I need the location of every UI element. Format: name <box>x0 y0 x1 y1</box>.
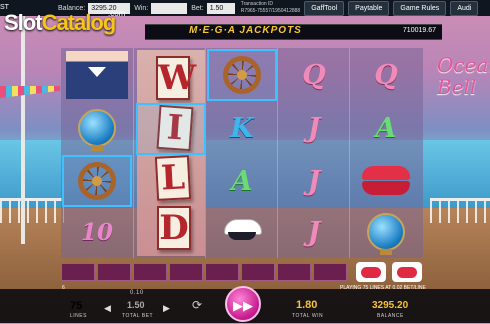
captain-hat-icon <box>220 219 264 245</box>
jackpot-value: 710019.67 <box>402 27 436 34</box>
card-queen: Q <box>302 59 326 91</box>
collected-lips-slot <box>392 262 422 282</box>
jackpot-title: M·E·G·A JACKPOTS <box>189 25 302 36</box>
reel-divider <box>133 48 134 258</box>
symbol-jack: J <box>279 206 349 258</box>
symbol-king: K <box>207 102 277 154</box>
bet-decrease-icon[interactable]: ◀ <box>104 303 111 314</box>
ship-wheel-icon <box>78 162 116 200</box>
progress-slot <box>277 263 311 281</box>
card-jack: J <box>307 165 321 197</box>
bet-field: 1.50 <box>206 2 235 14</box>
card-king: K <box>230 112 254 144</box>
bunting-flags <box>0 86 60 98</box>
progress-slot <box>169 263 203 281</box>
progress-slot <box>313 263 347 281</box>
symbol-ace: A <box>351 102 421 154</box>
wild-letter: W <box>156 56 197 100</box>
symbol-queen: Q <box>279 49 349 101</box>
total-win-label: TOTAL WIN <box>292 313 324 319</box>
lines-value: 75 <box>70 300 83 312</box>
lips-icon <box>361 266 381 278</box>
win-field <box>151 2 188 14</box>
symbol-wheel-winning <box>62 155 132 207</box>
watermark-accent: Catalog <box>41 10 117 35</box>
bet-per-line: 0.10 <box>130 290 144 296</box>
progress-slot <box>241 263 275 281</box>
reel-area: 10 K A Q J J J Q A <box>61 48 423 258</box>
sailor-portrait-icon <box>66 51 128 99</box>
ship-mast <box>21 14 25 244</box>
card-ace: A <box>231 165 253 197</box>
symbol-globe <box>351 206 421 258</box>
transaction-label: Transaction ID <box>240 1 274 7</box>
ship-wheel-icon <box>223 56 261 94</box>
progress-slot <box>205 263 239 281</box>
symbol-queen: Q <box>351 49 421 101</box>
card-ace: A <box>375 112 397 144</box>
gafftool-button[interactable]: GaffTool <box>304 0 345 16</box>
bet-label: Bet: <box>191 4 204 12</box>
reel-divider <box>349 48 350 258</box>
lips-icon <box>362 166 410 196</box>
progress-slot <box>61 263 95 281</box>
symbol-wheel-winning <box>207 49 277 101</box>
watermark-logo: SlotCatalog <box>4 10 117 36</box>
wild-letter: D <box>157 206 191 250</box>
globe-icon <box>367 213 405 255</box>
game-rules-button[interactable]: Game Rules <box>393 0 447 16</box>
lines-label: LINES <box>70 313 87 319</box>
transaction-value: R7965-75557/1950412888 <box>240 8 301 14</box>
symbol-globe <box>62 102 132 154</box>
win-label: Win: <box>134 4 149 12</box>
total-bet-value: 1.50 <box>127 300 145 310</box>
total-bet-label: TOTAL BET <box>122 313 154 319</box>
info-left: 6 <box>62 285 65 291</box>
total-win-value: 1.80 <box>296 299 318 311</box>
info-lines-text: PLAYING 75 LINES AT 0.02 BET/LINE <box>340 285 426 291</box>
progress-slot <box>97 263 131 281</box>
symbol-jack: J <box>279 155 349 207</box>
audio-button[interactable]: Audi <box>450 0 479 16</box>
deck-railing-right <box>430 198 490 223</box>
collected-lips-slot <box>356 262 386 282</box>
mega-jackpot-banner: M·E·G·A JACKPOTS 710019.67 <box>145 24 442 40</box>
paytable-button[interactable]: Paytable <box>348 0 390 16</box>
symbol-ten: 10 <box>62 206 132 258</box>
watermark-main: Slot <box>4 10 43 35</box>
symbol-captain-hat <box>207 206 277 258</box>
transaction-id: Transaction ID R7965-75557/1950412888 <box>241 1 301 15</box>
deck-railing-left <box>0 198 64 223</box>
card-queen: Q <box>374 59 398 91</box>
fast-forward-icon: ▶▶ <box>233 298 253 313</box>
spin-button[interactable]: ▶▶ <box>225 286 261 322</box>
wild-winning-highlight <box>136 103 206 155</box>
symbol-lips <box>351 155 421 207</box>
card-ten: 10 <box>80 218 113 246</box>
balance-value: 3295.20 <box>372 300 409 311</box>
symbol-jack: J <box>279 102 349 154</box>
symbol-ace: A <box>207 155 277 207</box>
progress-slot <box>133 263 167 281</box>
bet-increase-icon[interactable]: ▶ <box>163 303 170 314</box>
card-jack: J <box>307 112 321 144</box>
lips-icon <box>397 266 417 278</box>
watermark-suffix: .com <box>108 9 126 18</box>
autoplay-icon[interactable]: ⟳ <box>192 298 202 312</box>
game-logo: Ocean Bell <box>437 53 490 99</box>
globe-icon <box>78 109 116 151</box>
balance-label: BALANCE <box>377 313 404 319</box>
reel-divider <box>277 48 278 258</box>
wild-letter: L <box>154 155 192 201</box>
symbol-sailor <box>62 49 132 101</box>
card-jack: J <box>307 216 321 248</box>
